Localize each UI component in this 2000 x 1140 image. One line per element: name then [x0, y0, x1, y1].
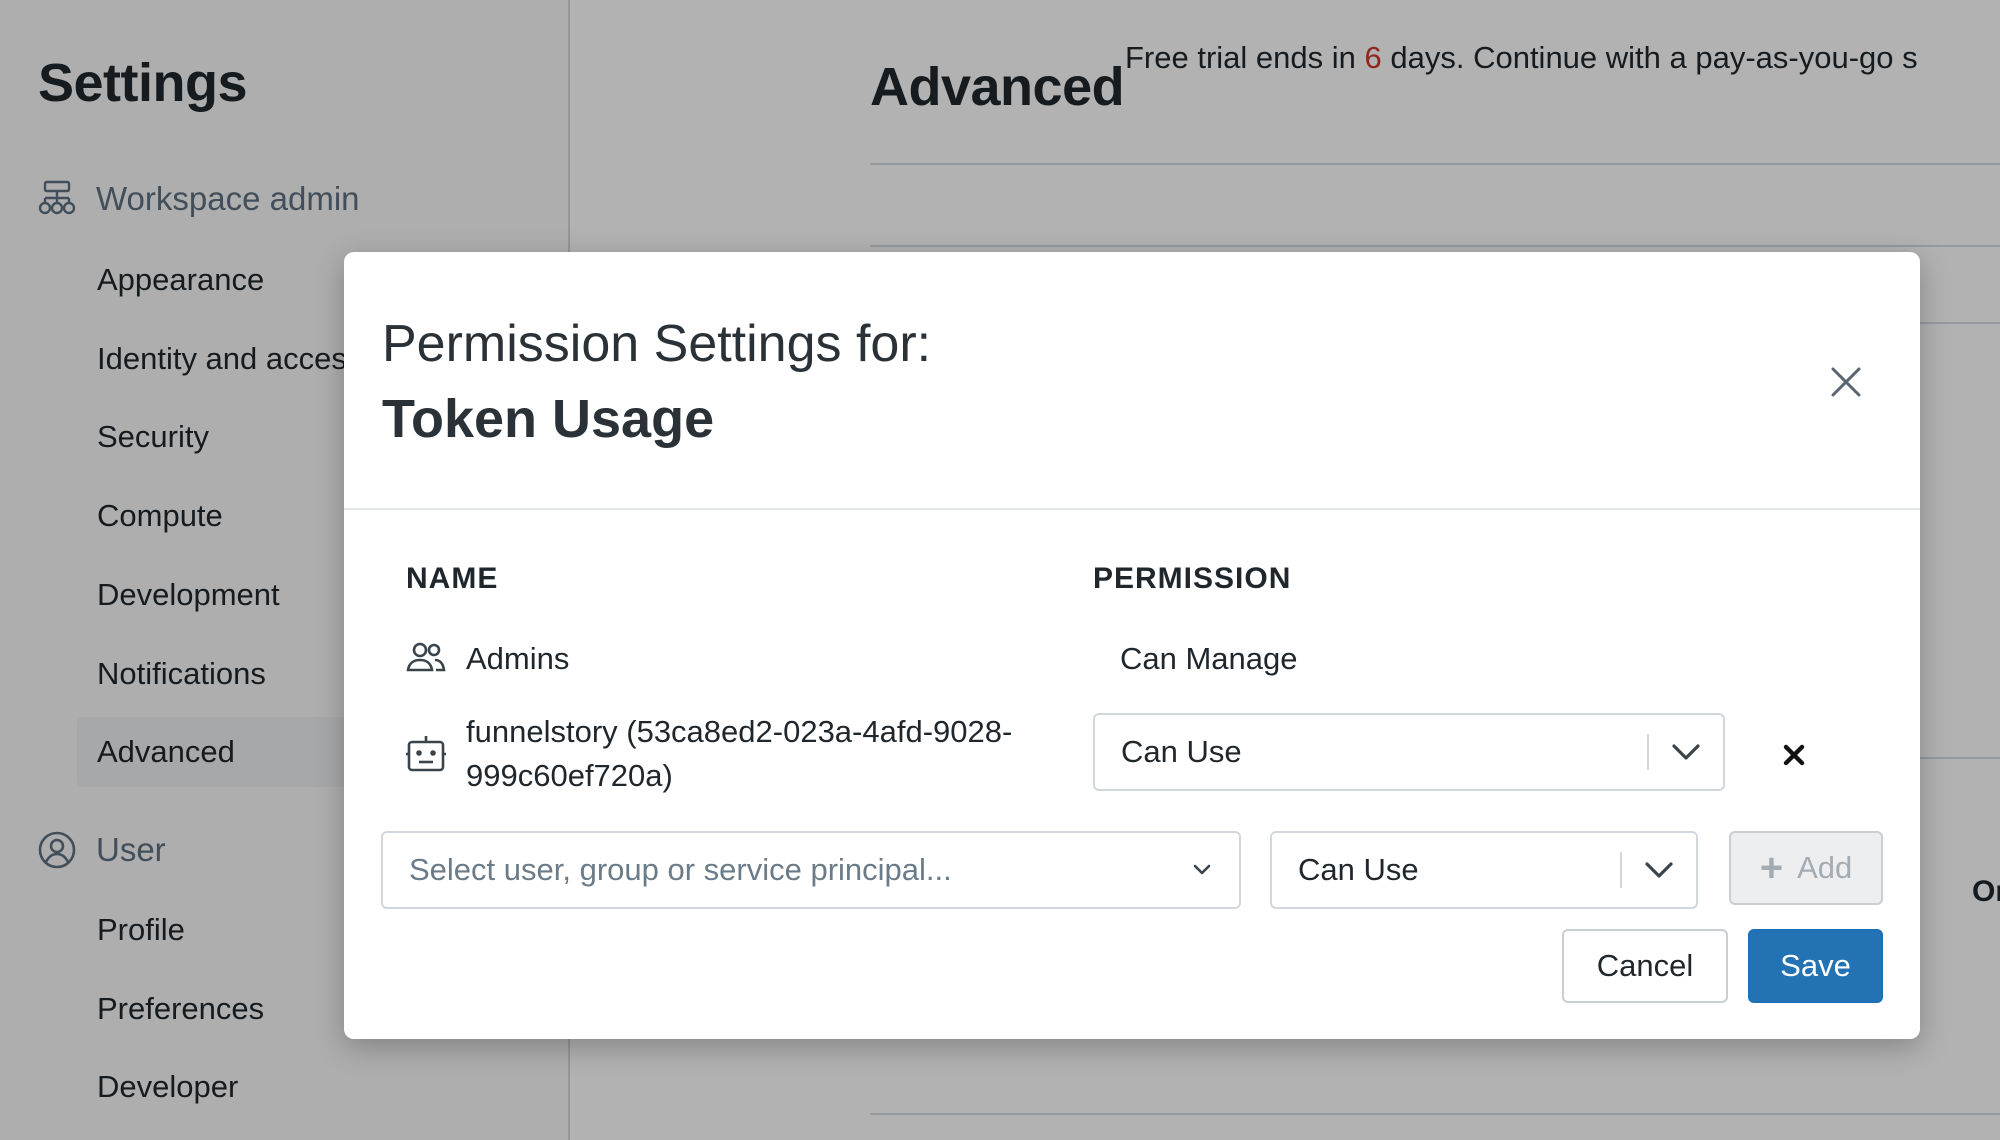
close-icon: [1831, 367, 1861, 397]
new-permission-select[interactable]: Can Use: [1270, 831, 1698, 909]
close-icon: [1783, 744, 1805, 766]
permission-settings-dialog: Permission Settings for: Token Usage NAM…: [344, 252, 1920, 1039]
close-button[interactable]: [1824, 360, 1868, 404]
save-button[interactable]: Save: [1748, 929, 1883, 1003]
group-icon: [406, 642, 446, 672]
principal-select-placeholder: Select user, group or service principal.…: [409, 852, 952, 887]
dialog-header: Permission Settings for: Token Usage: [344, 252, 1920, 510]
permission-select[interactable]: Can Use: [1093, 713, 1725, 791]
dialog-subtitle: Permission Settings for:: [382, 315, 932, 373]
select-toggle[interactable]: [1622, 860, 1696, 880]
principal-name: Admins: [466, 641, 570, 676]
column-header-permission: PERMISSION: [1093, 562, 1292, 595]
robot-icon: [406, 736, 446, 772]
cancel-button[interactable]: Cancel: [1562, 929, 1728, 1003]
remove-permission-button[interactable]: [1774, 735, 1814, 775]
chevron-down-icon: [1672, 744, 1700, 760]
select-toggle[interactable]: [1649, 742, 1723, 762]
permission-select-value: Can Use: [1298, 852, 1419, 887]
column-header-name: NAME: [406, 562, 499, 595]
chevron-down-icon: [1645, 862, 1673, 878]
plus-icon: +: [1759, 846, 1784, 890]
dialog-title: Token Usage: [382, 389, 715, 449]
select-toggle[interactable]: [1165, 863, 1239, 877]
principal-select[interactable]: Select user, group or service principal.…: [381, 831, 1241, 909]
add-permission-button[interactable]: + Add: [1729, 831, 1883, 905]
permission-select-value: Can Use: [1121, 734, 1242, 769]
permission-value: Can Manage: [1120, 641, 1298, 676]
add-button-label: Add: [1797, 850, 1853, 885]
principal-name: funnelstory (53ca8ed2-023a-4afd-9028-999…: [466, 714, 1013, 793]
chevron-down-icon: [1193, 864, 1211, 875]
